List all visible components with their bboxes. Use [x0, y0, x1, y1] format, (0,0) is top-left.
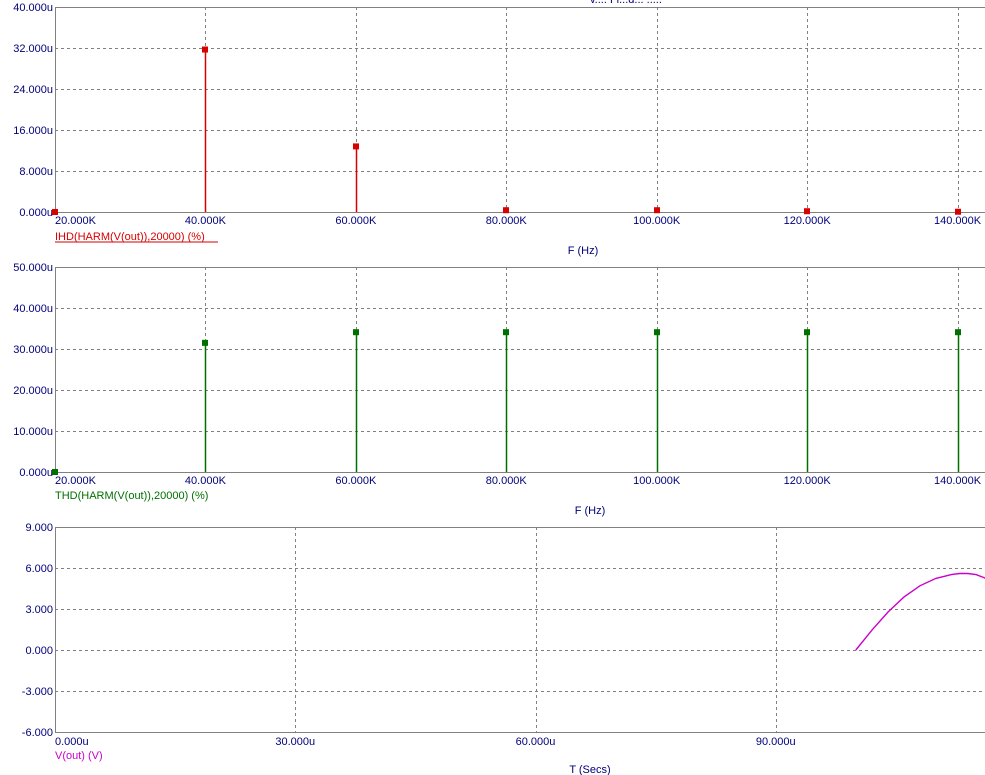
- harmonic-marker: [955, 208, 961, 215]
- x-axis-label: F (Hz): [575, 505, 606, 517]
- harmonic-marker: [353, 143, 359, 150]
- y-tick-label: 6.000: [25, 563, 53, 575]
- oscilloscope-plot-area: 40.000u 32.000u 24.000u 16.000u 8.000u 0.000u…: [13, 0, 985, 775]
- plot-frame: [55, 267, 985, 473]
- chart-panel-2: 50.000u 40.000u 30.000u 20.000u 10.000u 0.000…: [13, 262, 985, 517]
- y-tick-label: 9.000: [25, 522, 53, 534]
- chart-panel-3: 9.000 6.000 3.000 0.000 -3.000 -6.0000.000u 30…: [22, 522, 985, 775]
- harmonic-marker: [804, 329, 810, 336]
- x-tick-label: 90.000u: [756, 736, 796, 748]
- y-tick-label: 50.000u: [13, 262, 53, 274]
- x-tick-label: 40.000K: [185, 215, 227, 227]
- x-tick-label: 140.000K: [934, 215, 982, 227]
- x-tick-label: 0.000u: [55, 736, 89, 748]
- y-tick-label: 0.000u: [19, 207, 53, 219]
- series-legend[interactable]: THD(HARM(V(out)),20000) (%): [55, 490, 208, 502]
- y-tick-label: 0.000u: [19, 467, 53, 479]
- y-tick-label: 40.000u: [13, 303, 53, 315]
- x-tick-label: 60.000K: [335, 475, 377, 487]
- series-legend[interactable]: V(out) (V): [55, 750, 103, 762]
- x-tick-label: 140.000K: [934, 475, 982, 487]
- x-tick-label: 80.000K: [486, 215, 528, 227]
- y-tick-label: 8.000u: [19, 166, 53, 178]
- x-tick-label: 60.000u: [516, 736, 556, 748]
- harmonic-marker: [202, 46, 208, 53]
- plot-frame: [55, 527, 985, 733]
- harmonic-marker: [353, 329, 359, 336]
- waveform-line: [855, 572, 985, 651]
- y-tick-label: 24.000u: [13, 84, 53, 96]
- y-tick-label: -3.000: [22, 686, 53, 698]
- y-tick-label: 3.000: [25, 604, 53, 616]
- y-tick-label: 16.000u: [13, 125, 53, 137]
- x-tick-label: 40.000K: [185, 475, 227, 487]
- x-tick-label: 100.000K: [633, 475, 681, 487]
- harmonic-marker: [503, 207, 509, 214]
- plot-frame: [55, 7, 985, 213]
- x-tick-label: 120.000K: [784, 215, 832, 227]
- x-tick-label: 80.000K: [486, 475, 528, 487]
- y-tick-label: -6.000: [22, 727, 53, 739]
- harmonic-marker: [503, 329, 509, 336]
- x-tick-label: 100.000K: [633, 215, 681, 227]
- x-tick-label: 20.000K: [55, 475, 97, 487]
- x-tick-label: 30.000u: [275, 736, 315, 748]
- y-tick-label: 20.000u: [13, 385, 53, 397]
- harmonic-marker: [52, 469, 58, 475]
- series-legend[interactable]: IHD(HARM(V(out)),20000) (%): [55, 231, 205, 243]
- harmonic-marker: [202, 339, 208, 346]
- y-tick-label: 30.000u: [13, 344, 53, 356]
- harmonic-marker: [654, 207, 660, 214]
- x-axis-label: F (Hz): [568, 245, 599, 257]
- y-tick-label: 10.000u: [13, 426, 53, 438]
- x-tick-label: 120.000K: [784, 475, 832, 487]
- y-tick-label: 32.000u: [13, 43, 53, 55]
- harmonic-marker: [955, 329, 961, 336]
- y-tick-label: 0.000: [25, 645, 53, 657]
- harmonic-marker: [654, 329, 660, 336]
- harmonic-marker: [804, 208, 810, 215]
- x-tick-label: 60.000K: [335, 215, 377, 227]
- x-axis-label: T (Secs): [569, 764, 610, 775]
- chart-panel-1: 40.000u 32.000u 24.000u 16.000u 8.000u 0.000u…: [13, 0, 985, 257]
- y-tick-label: 40.000u: [13, 2, 53, 14]
- plot-header-fragment: v.... Fl...d... .....: [590, 0, 662, 6]
- harmonic-marker: [52, 209, 58, 215]
- x-tick-label: 20.000K: [55, 215, 97, 227]
